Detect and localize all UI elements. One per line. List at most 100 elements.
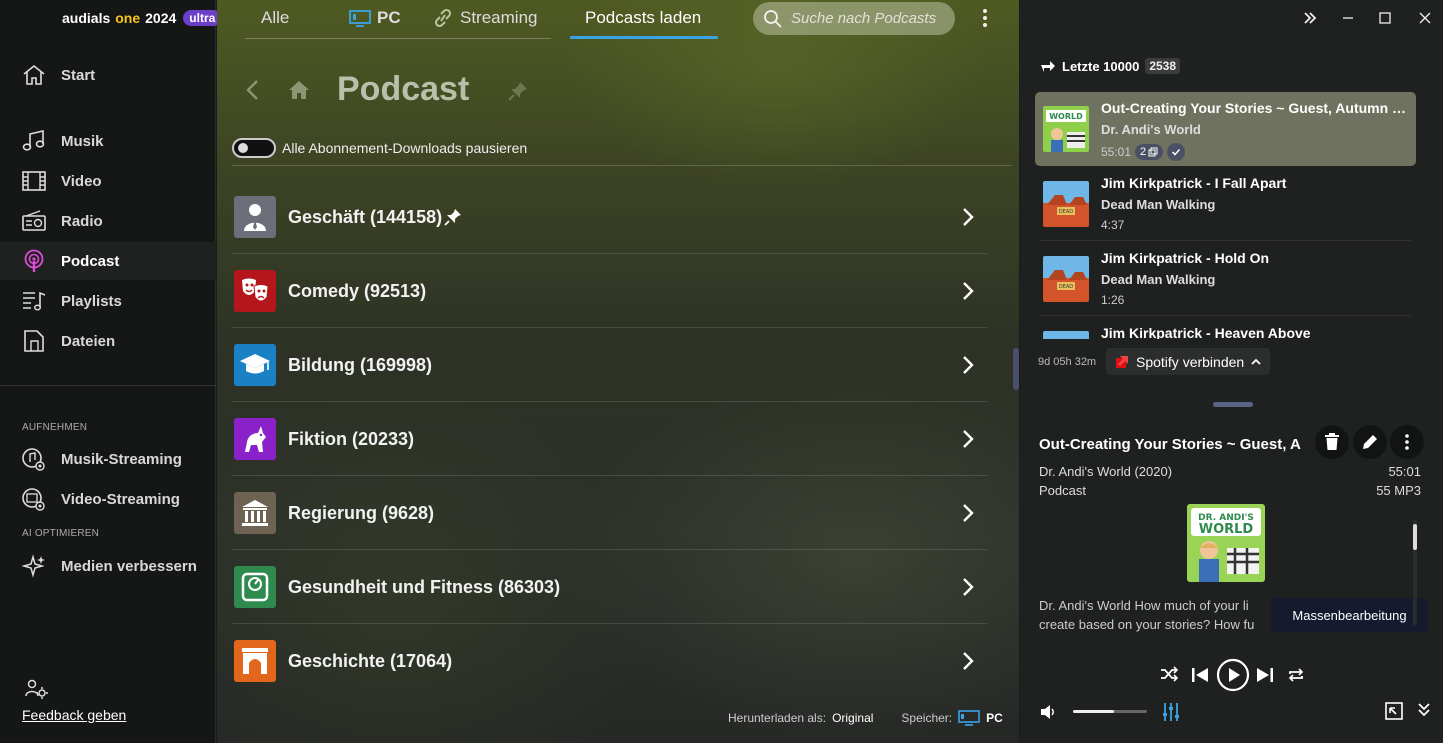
sidebar-item-start[interactable]: Start xyxy=(0,56,216,94)
cover-title-text: WORLD xyxy=(1199,522,1254,537)
category-row-geschaeft[interactable]: Geschäft (144158) xyxy=(232,180,987,254)
category-list: Geschäft (144158) Comedy (92513) Bildung… xyxy=(232,180,987,698)
edit-button[interactable] xyxy=(1353,425,1387,459)
track-duration: 1:26 xyxy=(1101,293,1124,307)
tab-pc[interactable]: PC xyxy=(349,8,401,28)
category-row-fiktion[interactable]: Fiktion (20233) xyxy=(232,402,987,476)
divider xyxy=(1040,315,1411,316)
divider xyxy=(1040,240,1411,241)
pin-icon[interactable] xyxy=(507,80,529,102)
volume-slider[interactable] xyxy=(1073,710,1147,713)
spotify-link-icon xyxy=(1114,354,1130,370)
app-logo: audials one 2024 ultra xyxy=(62,8,222,28)
category-row-regierung[interactable]: Regierung (9628) xyxy=(232,476,987,550)
sidebar-item-dateien[interactable]: Dateien xyxy=(0,322,216,360)
detail-scrollbar[interactable] xyxy=(1413,520,1417,625)
chevron-right-icon xyxy=(961,651,975,671)
repeat-icon[interactable] xyxy=(1287,666,1305,684)
category-row-bildung[interactable]: Bildung (169998) xyxy=(232,328,987,402)
radio-icon xyxy=(21,209,47,233)
chevron-right-icon xyxy=(961,503,975,523)
active-tab-indicator xyxy=(570,36,718,39)
shuffle-icon[interactable] xyxy=(1160,666,1178,682)
download-format-label: Herunterladen als: xyxy=(728,711,827,725)
maximize-icon[interactable] xyxy=(1377,10,1393,26)
minimize-icon[interactable] xyxy=(1340,10,1356,26)
category-row-gesundheit[interactable]: Gesundheit und Fitness (86303) xyxy=(232,550,987,624)
chevron-right-icon xyxy=(961,577,975,597)
category-label: Bildung (169998) xyxy=(288,355,433,375)
home-breadcrumb-icon[interactable] xyxy=(287,79,311,101)
close-icon[interactable] xyxy=(1417,10,1433,26)
double-chevron-down-icon[interactable] xyxy=(1417,702,1431,718)
pin-icon[interactable] xyxy=(443,207,463,227)
pencil-icon xyxy=(1361,433,1379,451)
copies-count: 2 xyxy=(1140,146,1147,158)
previous-track-icon[interactable] xyxy=(1191,666,1209,684)
feedback-icon[interactable] xyxy=(24,678,50,702)
storage-value[interactable]: PC xyxy=(986,711,1003,725)
track-artist: Dr. Andi's World xyxy=(1101,122,1201,137)
edition-badge: ultra xyxy=(183,10,222,26)
search-input[interactable] xyxy=(791,10,951,27)
monitor-icon xyxy=(958,710,980,726)
more-options-button[interactable] xyxy=(1390,425,1424,459)
volume-level xyxy=(1073,710,1114,713)
equalizer-icon[interactable] xyxy=(1162,702,1180,722)
breadcrumb: Podcast xyxy=(243,70,543,110)
svg-text:DEAD: DEAD xyxy=(1059,284,1073,290)
track-row[interactable]: WORLD Out-Creating Your Stories ~ Guest,… xyxy=(1035,92,1416,166)
back-arrow-icon[interactable] xyxy=(243,78,261,102)
main-content: Alle PC Streaming Podcasts laden Suche n… xyxy=(217,0,1019,743)
spotify-connect-button[interactable]: Spotify verbinden xyxy=(1106,348,1271,375)
category-row-geschichte[interactable]: Geschichte (17064) xyxy=(232,624,987,698)
double-chevron-right-icon[interactable] xyxy=(1302,10,1318,26)
next-track-icon[interactable] xyxy=(1256,666,1274,684)
government-building-icon xyxy=(234,492,276,534)
track-title: Out-Creating Your Stories ~ Guest, Autum… xyxy=(1101,100,1413,116)
track-row[interactable]: Jim Kirkpatrick - Heaven Above xyxy=(1035,317,1416,339)
home-icon xyxy=(21,63,47,87)
tab-podcasts-laden[interactable]: Podcasts laden xyxy=(585,8,701,28)
search-box[interactable] xyxy=(753,2,955,35)
scrollbar-thumb[interactable] xyxy=(1413,524,1417,550)
sidebar-item-medien-verbessern[interactable]: Medien verbessern xyxy=(0,547,216,585)
pause-downloads-toggle[interactable] xyxy=(232,138,276,158)
track-title: Jim Kirkpatrick - I Fall Apart xyxy=(1101,175,1287,191)
feedback-link[interactable]: Feedback geben xyxy=(22,707,126,723)
sidebar-item-video-streaming[interactable]: Video-Streaming xyxy=(0,480,216,518)
sidebar-item-video[interactable]: Video xyxy=(0,162,216,200)
sidebar-item-radio[interactable]: Radio xyxy=(0,202,216,240)
chevron-up-icon xyxy=(1250,357,1262,367)
mini-player-icon[interactable] xyxy=(1385,702,1403,720)
track-title: Jim Kirkpatrick - Hold On xyxy=(1101,250,1270,266)
pane-splitter[interactable] xyxy=(1213,402,1253,407)
category-label: Geschichte (17064) xyxy=(288,651,453,671)
sidebar-item-musik-streaming[interactable]: Musik-Streaming xyxy=(0,440,216,478)
tab-label: PC xyxy=(377,8,401,27)
more-options-icon[interactable] xyxy=(979,6,991,30)
track-row[interactable]: DEAD Jim Kirkpatrick - I Fall Apart Dead… xyxy=(1035,167,1416,241)
archway-icon xyxy=(234,640,276,682)
download-format-value[interactable]: Original xyxy=(832,711,873,725)
tab-alle[interactable]: Alle xyxy=(261,8,289,28)
top-tabs: Alle PC Streaming Podcasts laden xyxy=(217,0,1019,44)
sidebar-item-musik[interactable]: Musik xyxy=(0,122,216,160)
page-title: Podcast xyxy=(337,70,470,108)
volume-icon[interactable] xyxy=(1040,703,1058,721)
category-row-comedy[interactable]: Comedy (92513) xyxy=(232,254,987,328)
sidebar-item-label: Playlists xyxy=(61,292,122,310)
tab-streaming[interactable]: Streaming xyxy=(432,8,537,28)
sidebar-item-podcast[interactable]: Podcast xyxy=(0,242,216,280)
detail-title: Out-Creating Your Stories ~ Guest, A xyxy=(1039,436,1339,453)
sidebar-item-label: Video-Streaming xyxy=(61,490,180,508)
podcast-cover-andi: WORLD xyxy=(1043,106,1089,152)
chevron-right-icon xyxy=(961,281,975,301)
track-row[interactable]: DEAD Jim Kirkpatrick - Hold On Dead Man … xyxy=(1035,242,1416,316)
delete-button[interactable] xyxy=(1315,425,1349,459)
panel-resize-handle[interactable] xyxy=(1013,348,1019,390)
sidebar-item-playlists[interactable]: Playlists xyxy=(0,282,216,320)
sidebar-item-label: Musik-Streaming xyxy=(61,450,182,468)
play-button[interactable] xyxy=(1216,658,1250,692)
track-duration: 55:01 2 xyxy=(1101,143,1186,161)
